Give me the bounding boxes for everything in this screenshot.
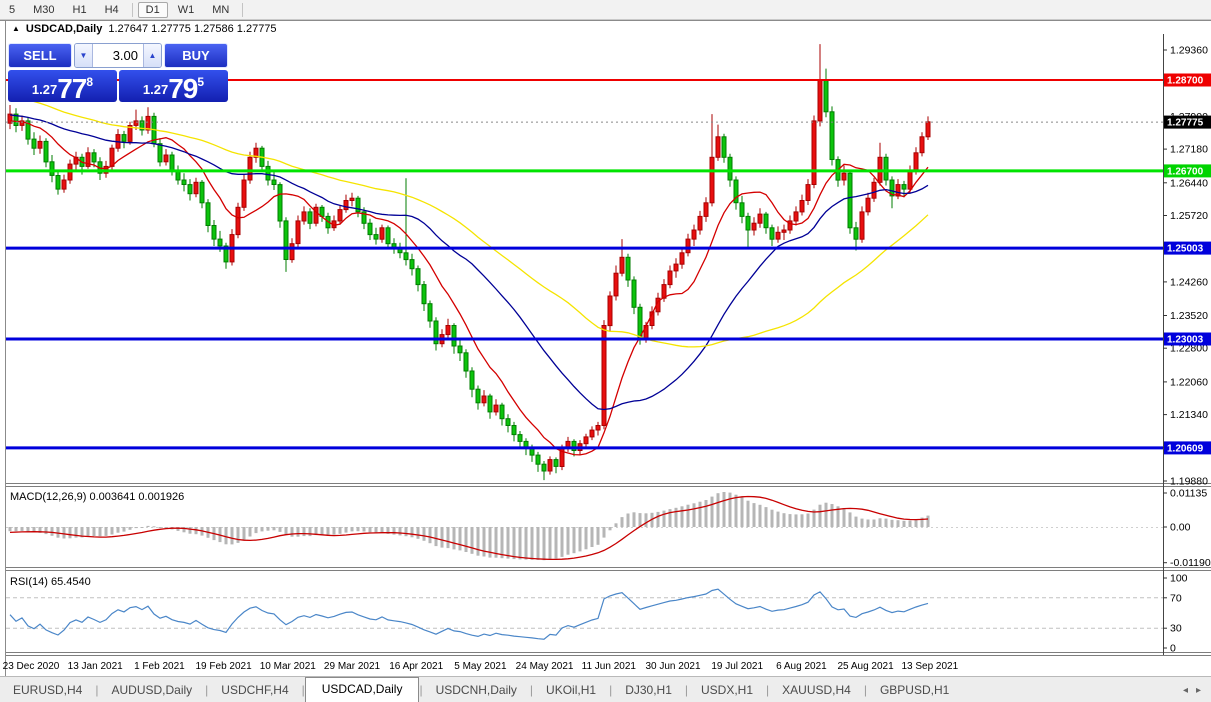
symbol-tabbar: EURUSD,H4 | AUDUSD,Daily | USDCHF,H4 | USDCAD,… xyxy=(0,676,1211,702)
sell-price-prefix: 1.27 xyxy=(31,82,58,97)
timeframe-toolbar: 5 M30 H1 H4 D1 W1 MN xyxy=(0,0,1211,20)
sell-price-display[interactable]: 1.27 77 8 xyxy=(8,70,117,105)
svg-text:24 May 2021: 24 May 2021 xyxy=(516,661,574,672)
date-axis: 23 Dec 2020 13 Jan 2021 1 Feb 2021 19 Feb 2… xyxy=(3,661,959,672)
svg-text:1.23520: 1.23520 xyxy=(1170,310,1208,322)
tab-gbpusd[interactable]: GBPUSD,H1 xyxy=(867,679,962,702)
tab-audusd[interactable]: AUDUSD,Daily xyxy=(98,679,205,702)
svg-text:1.22060: 1.22060 xyxy=(1170,376,1208,388)
buy-price-big: 79 xyxy=(168,73,198,105)
timeframe-button-w1[interactable]: W1 xyxy=(170,2,203,18)
svg-text:10 Mar 2021: 10 Mar 2021 xyxy=(260,661,317,672)
timeframe-button-h1[interactable]: H1 xyxy=(65,2,95,18)
svg-text:0.01135: 0.01135 xyxy=(1170,488,1207,500)
tabbar-scroll-arrows: ◂ ▸ xyxy=(1183,685,1211,702)
svg-text:1.19880: 1.19880 xyxy=(1170,476,1208,488)
svg-text:29 Mar 2021: 29 Mar 2021 xyxy=(324,661,381,672)
mt4-application: { "toolbar": { "timeframes": [ {"label":… xyxy=(0,0,1211,702)
chart-title-row: ▲ USDCAD,Daily 1.27647 1.27775 1.27586 1… xyxy=(12,23,277,35)
macd-panel: 0.01135 0.00 -0.011904 xyxy=(6,488,1211,569)
tab-usdchf[interactable]: USDCHF,H4 xyxy=(208,679,301,702)
svg-text:100: 100 xyxy=(1170,573,1188,585)
timeframe-button-mn[interactable]: MN xyxy=(204,2,237,18)
svg-text:19 Jul 2021: 19 Jul 2021 xyxy=(711,661,763,672)
svg-text:16 Apr 2021: 16 Apr 2021 xyxy=(389,661,443,672)
timeframe-button-5[interactable]: 5 xyxy=(1,2,23,18)
timeframe-button-d1[interactable]: D1 xyxy=(137,1,168,18)
one-click-trading-panel: SELL ▼ 3.00 ▲ BUY 1.27 77 8 1.27 79 5 xyxy=(8,43,228,105)
svg-text:30: 30 xyxy=(1170,623,1182,635)
rsi-panel: 100 70 30 0 xyxy=(6,573,1188,655)
rsi-indicator-label: RSI(14) 65.4540 xyxy=(10,576,91,588)
scroll-tabs-left-icon[interactable]: ◂ xyxy=(1183,685,1188,696)
buy-button[interactable]: BUY xyxy=(164,43,228,68)
svg-text:0: 0 xyxy=(1170,643,1176,655)
svg-text:13 Jan 2021: 13 Jan 2021 xyxy=(68,661,123,672)
volume-decrease-icon[interactable]: ▼ xyxy=(75,44,93,67)
svg-text:1.26440: 1.26440 xyxy=(1170,177,1208,189)
svg-text:6 Aug 2021: 6 Aug 2021 xyxy=(776,661,827,672)
toolbar-separator xyxy=(131,2,133,17)
svg-text:1.29360: 1.29360 xyxy=(1170,45,1208,57)
buy-price-sup: 5 xyxy=(197,75,205,89)
timeframe-button-h4[interactable]: H4 xyxy=(97,2,127,18)
volume-spinner: ▼ 3.00 ▲ xyxy=(74,43,162,68)
timeframe-button-m30[interactable]: M30 xyxy=(25,2,62,18)
svg-text:11 Jun 2021: 11 Jun 2021 xyxy=(582,661,637,672)
svg-text:19 Feb 2021: 19 Feb 2021 xyxy=(196,661,253,672)
svg-text:1.27775: 1.27775 xyxy=(1167,118,1204,129)
svg-text:1.25720: 1.25720 xyxy=(1170,210,1208,222)
tab-dj30[interactable]: DJ30,H1 xyxy=(612,679,685,702)
tab-ukoil[interactable]: UKOil,H1 xyxy=(533,679,609,702)
svg-text:23 Dec 2020: 23 Dec 2020 xyxy=(3,661,60,672)
scroll-tabs-right-icon[interactable]: ▸ xyxy=(1196,685,1201,696)
tab-eurusd[interactable]: EURUSD,H4 xyxy=(0,679,95,702)
svg-text:1.24260: 1.24260 xyxy=(1170,276,1208,288)
svg-text:1.23003: 1.23003 xyxy=(1167,335,1204,346)
svg-text:-0.011904: -0.011904 xyxy=(1170,557,1211,569)
collapse-panel-icon[interactable]: ▲ xyxy=(12,25,20,33)
price-chart-canvas[interactable]: 1.293601.286401.279001.271801.264401.257… xyxy=(0,0,1211,702)
svg-text:1.26700: 1.26700 xyxy=(1167,166,1204,177)
tab-usdcad[interactable]: USDCAD,Daily xyxy=(304,677,420,702)
svg-text:70: 70 xyxy=(1170,592,1182,604)
buy-price-display[interactable]: 1.27 79 5 xyxy=(119,70,228,105)
svg-text:1.20609: 1.20609 xyxy=(1167,443,1204,454)
buy-price-prefix: 1.27 xyxy=(142,82,169,97)
volume-input[interactable]: 3.00 xyxy=(93,44,143,67)
sell-price-big: 77 xyxy=(57,73,87,105)
svg-text:30 Jun 2021: 30 Jun 2021 xyxy=(645,661,700,672)
moving-averages-layer xyxy=(9,93,929,456)
sell-button[interactable]: SELL xyxy=(8,43,72,68)
toolbar-separator xyxy=(242,2,244,17)
svg-text:0.00: 0.00 xyxy=(1170,522,1191,534)
chart-symbol-title: USDCAD,Daily xyxy=(25,23,103,35)
tab-usdcnh[interactable]: USDCNH,Daily xyxy=(423,679,530,702)
svg-text:1.21340: 1.21340 xyxy=(1170,409,1208,421)
svg-text:5 May 2021: 5 May 2021 xyxy=(454,661,507,672)
sell-price-sup: 8 xyxy=(86,75,94,89)
svg-text:1 Feb 2021: 1 Feb 2021 xyxy=(134,661,185,672)
price-axis: 1.293601.286401.279001.271801.264401.257… xyxy=(1163,45,1211,488)
svg-text:13 Sep 2021: 13 Sep 2021 xyxy=(901,661,958,672)
macd-indicator-label: MACD(12,26,9) 0.003641 0.001926 xyxy=(10,491,184,503)
volume-increase-icon[interactable]: ▲ xyxy=(143,44,161,67)
tab-usdx[interactable]: USDX,H1 xyxy=(688,679,766,702)
svg-text:1.25003: 1.25003 xyxy=(1167,244,1204,255)
svg-text:25 Aug 2021: 25 Aug 2021 xyxy=(838,661,895,672)
svg-text:1.28700: 1.28700 xyxy=(1167,76,1204,87)
tab-xauusd[interactable]: XAUUSD,H4 xyxy=(769,679,864,702)
svg-text:1.27180: 1.27180 xyxy=(1170,144,1208,156)
chart-ohlc-quote: 1.27647 1.27775 1.27586 1.27775 xyxy=(108,23,277,35)
